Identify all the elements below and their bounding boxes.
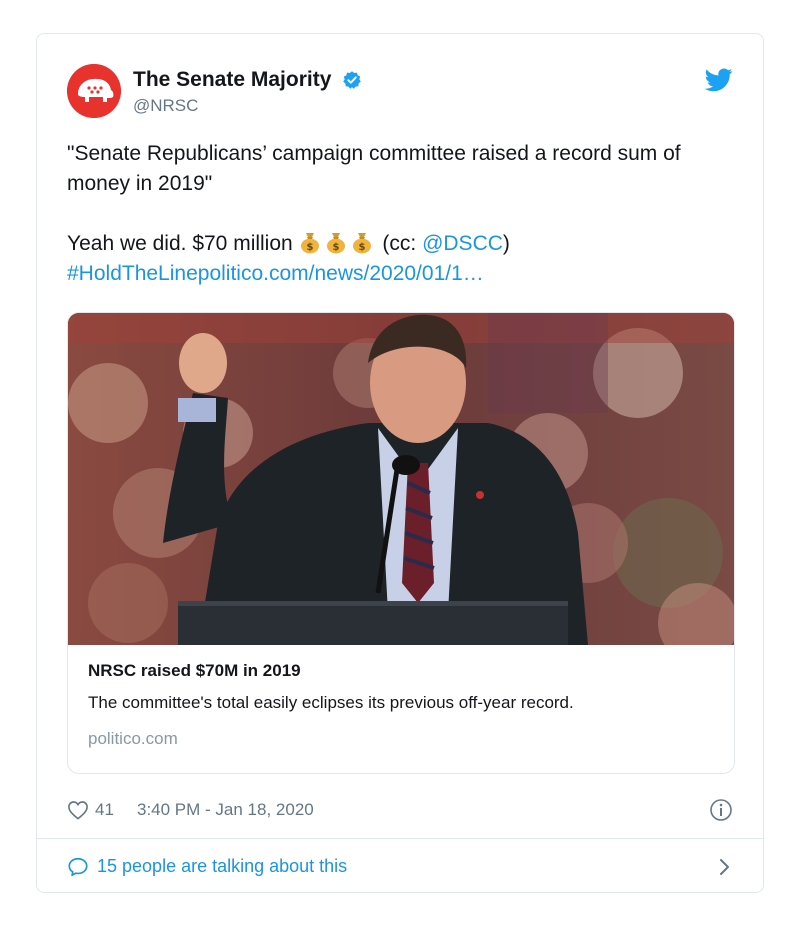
verified-badge-icon — [343, 71, 361, 89]
svg-text:$: $ — [358, 242, 365, 253]
heart-icon[interactable] — [67, 800, 89, 820]
chevron-right-icon[interactable] — [717, 856, 733, 878]
link-card-title: NRSC raised $70M in 2019 — [88, 661, 301, 680]
tweet-body-line: Yeah we did. $70 million $ $ $ (cc: @DSC… — [67, 229, 735, 259]
cc-open: (cc: — [382, 232, 423, 255]
tweet-meta-row: 41 3:40 PM - Jan 18, 2020 — [67, 796, 733, 826]
cc-close: ) — [502, 232, 510, 255]
tweet-links-line: #HoldTheLinepolitico.com/news/2020/01/1… — [67, 259, 735, 289]
avatar[interactable] — [67, 64, 121, 118]
divider — [37, 838, 763, 839]
speech-bubble-icon — [68, 857, 88, 877]
svg-text:$: $ — [306, 242, 313, 253]
twitter-bird-icon[interactable] — [705, 68, 733, 92]
display-name[interactable]: The Senate Majority — [133, 68, 331, 92]
timestamp[interactable]: 3:40 PM - Jan 18, 2020 — [137, 800, 314, 820]
like-count[interactable]: 41 — [95, 800, 114, 820]
elephant-logo-icon — [67, 64, 121, 118]
money-bag-icon: $ — [300, 233, 319, 254]
svg-text:$: $ — [332, 242, 339, 253]
link-card-domain: politico.com — [88, 729, 178, 748]
info-icon[interactable] — [709, 798, 733, 822]
body-prefix: Yeah we did. $70 million — [67, 232, 293, 255]
url-link[interactable]: politico.com/news/2020/01/1… — [198, 262, 484, 285]
tweet-header: The Senate Majority @NRSC — [67, 64, 733, 120]
link-card-body: NRSC raised $70M in 2019 The committee's… — [88, 661, 714, 749]
money-bag-icon: $ — [352, 233, 371, 254]
mention-link[interactable]: @DSCC — [422, 232, 503, 255]
link-preview-card[interactable]: NRSC raised $70M in 2019 The committee's… — [67, 312, 735, 774]
talking-about-link[interactable]: 15 people are talking about this — [97, 856, 347, 877]
tweet-text: "Senate Republicans’ campaign committee … — [67, 139, 735, 289]
hashtag-link[interactable]: #HoldTheLine — [67, 262, 198, 285]
link-card-description: The committee's total easily eclipses it… — [88, 693, 574, 712]
author-block: The Senate Majority @NRSC — [133, 68, 362, 116]
handle[interactable]: @NRSC — [133, 96, 362, 116]
conversation-footer[interactable]: 15 people are talking about this — [67, 852, 733, 882]
article-photo — [68, 313, 734, 645]
money-bag-icon: $ — [326, 233, 345, 254]
quote-line: "Senate Republicans’ campaign committee … — [67, 142, 681, 195]
tweet-card: The Senate Majority @NRSC "Senate Republ… — [36, 33, 764, 893]
